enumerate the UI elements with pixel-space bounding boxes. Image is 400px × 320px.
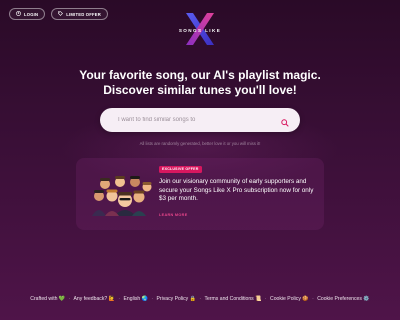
- disclaimer-text: All lists are randomly generated, better…: [139, 141, 261, 146]
- user-circle-icon: [16, 10, 21, 18]
- footer-crafted-with: Crafted with 💚: [30, 296, 66, 302]
- footer-cookie-policy-link[interactable]: Cookie Policy 🍪: [270, 296, 309, 302]
- limited-offer-label: LIMITED OFFER: [66, 11, 101, 17]
- footer-terms-link[interactable]: Terms and Conditions 📜: [204, 296, 261, 302]
- footer-separator: ·: [264, 296, 267, 302]
- footer-separator: ·: [312, 296, 314, 302]
- footer-separator: ·: [118, 296, 121, 302]
- footer-cookie-preferences-link[interactable]: Cookie Preferences ⚙️: [317, 296, 370, 302]
- hero-line-2: Discover similar tunes you'll love!: [103, 83, 297, 97]
- footer-separator: ·: [68, 296, 71, 302]
- login-button[interactable]: LOGIN: [9, 8, 46, 20]
- tag-icon: [58, 10, 64, 18]
- limited-offer-button[interactable]: LIMITED OFFER: [51, 8, 108, 20]
- footer-privacy-link[interactable]: Privacy Policy 🔒: [157, 296, 196, 302]
- hero-line-1: Your favorite song, our AI's playlist ma…: [79, 68, 321, 82]
- hero-headline: Your favorite song, our AI's playlist ma…: [0, 68, 400, 98]
- footer-feedback-link[interactable]: Any feedback? 🙋: [74, 296, 115, 302]
- songs-like-x-logo[interactable]: SONGS LIKE: [178, 11, 222, 47]
- community-avatars-image: [92, 174, 156, 216]
- learn-more-link[interactable]: LEARN MORE: [159, 213, 188, 217]
- exclusive-offer-badge: EXCLUSIVE OFFER: [159, 166, 202, 173]
- footer: Crafted with 💚 · Any feedback? 🙋 · Engli…: [0, 296, 400, 302]
- search-input[interactable]: [116, 116, 270, 124]
- logo-text: SONGS LIKE: [178, 28, 222, 33]
- search-icon[interactable]: [280, 115, 290, 127]
- search-bar: [100, 108, 300, 132]
- promo-text: Join our visionary community of early su…: [159, 178, 314, 203]
- login-label: LOGIN: [24, 11, 39, 17]
- promo-card: EXCLUSIVE OFFER Join our visionary commu…: [76, 158, 324, 230]
- footer-separator: ·: [151, 296, 154, 302]
- footer-language-selector[interactable]: English 🌏: [124, 296, 148, 302]
- top-nav: LOGIN LIMITED OFFER: [9, 8, 108, 20]
- footer-separator: ·: [199, 296, 202, 302]
